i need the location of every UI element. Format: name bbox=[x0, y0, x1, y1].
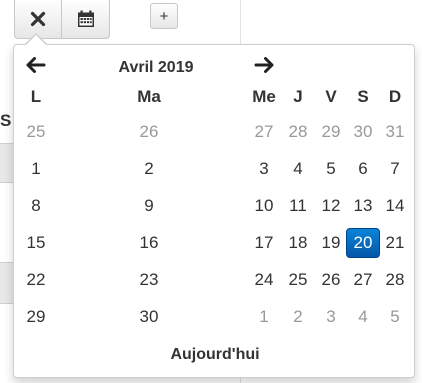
day-cell[interactable]: 24 bbox=[247, 265, 281, 295]
background-label-fragment: S bbox=[0, 111, 12, 130]
weekday-header: J bbox=[293, 87, 303, 106]
day-cell[interactable]: 29 bbox=[19, 302, 53, 332]
day-cell[interactable]: 27 bbox=[346, 265, 380, 295]
day-cell[interactable]: 1 bbox=[19, 154, 53, 184]
day-cell[interactable]: 12 bbox=[314, 191, 348, 221]
weekday-header: V bbox=[325, 87, 337, 106]
background-input-edge bbox=[0, 143, 14, 183]
day-cell[interactable]: 28 bbox=[378, 265, 412, 295]
add-button[interactable]: + bbox=[150, 3, 178, 29]
day-cell[interactable]: 4 bbox=[281, 154, 315, 184]
close-icon bbox=[30, 11, 46, 27]
day-cell[interactable]: 31 bbox=[378, 117, 412, 147]
month-year-title[interactable]: Avril 2019 bbox=[86, 57, 226, 79]
day-cell[interactable]: 30 bbox=[132, 302, 166, 332]
day-cell[interactable]: 1 bbox=[247, 302, 281, 332]
day-cell[interactable]: 4 bbox=[346, 302, 380, 332]
background-input-edge bbox=[0, 262, 14, 304]
day-cell[interactable]: 28 bbox=[281, 117, 315, 147]
day-cell[interactable]: 19 bbox=[314, 228, 348, 258]
weekday-header: L bbox=[30, 87, 42, 106]
weekday-header: Ma bbox=[137, 87, 161, 106]
day-cell[interactable]: 2 bbox=[281, 302, 315, 332]
day-cell[interactable]: 7 bbox=[378, 154, 412, 184]
weekday-header: Me bbox=[252, 87, 276, 106]
day-cell[interactable]: 27 bbox=[247, 117, 281, 147]
day-cell[interactable]: 30 bbox=[346, 117, 380, 147]
day-cell-selected[interactable]: 20 bbox=[346, 228, 380, 258]
today-button[interactable]: Aujourd'hui bbox=[145, 342, 285, 368]
day-cell[interactable]: 15 bbox=[19, 228, 53, 258]
day-cell[interactable]: 5 bbox=[378, 302, 412, 332]
arrow-right-icon bbox=[254, 57, 274, 73]
calendar-button[interactable] bbox=[62, 0, 110, 39]
day-cell[interactable]: 29 bbox=[314, 117, 348, 147]
day-cell[interactable]: 23 bbox=[132, 265, 166, 295]
day-cell[interactable]: 22 bbox=[19, 265, 53, 295]
day-cell[interactable]: 21 bbox=[378, 228, 412, 258]
day-cell[interactable]: 3 bbox=[247, 154, 281, 184]
day-cell[interactable]: 25 bbox=[281, 265, 315, 295]
day-cell[interactable]: 8 bbox=[19, 191, 53, 221]
popover-caret-fill bbox=[26, 35, 46, 45]
day-cell[interactable]: 11 bbox=[281, 191, 315, 221]
day-cell[interactable]: 5 bbox=[314, 154, 348, 184]
calendar-icon bbox=[77, 10, 94, 27]
day-cell[interactable]: 10 bbox=[247, 191, 281, 221]
day-cell[interactable]: 25 bbox=[19, 117, 53, 147]
day-cell[interactable]: 14 bbox=[378, 191, 412, 221]
day-cell[interactable]: 26 bbox=[132, 117, 166, 147]
day-cell[interactable]: 26 bbox=[314, 265, 348, 295]
day-cell[interactable]: 18 bbox=[281, 228, 315, 258]
day-cell[interactable]: 16 bbox=[132, 228, 166, 258]
weekday-header: S bbox=[357, 87, 369, 106]
page: S + Avril 2019 L Ma Me J V S D 25 26 27 … bbox=[0, 0, 422, 383]
weekday-header: D bbox=[388, 87, 402, 106]
prev-month-button[interactable] bbox=[21, 50, 51, 80]
day-cell[interactable]: 6 bbox=[346, 154, 380, 184]
next-month-button[interactable] bbox=[249, 50, 279, 80]
arrow-left-icon bbox=[26, 57, 46, 73]
day-cell[interactable]: 17 bbox=[247, 228, 281, 258]
day-cell[interactable]: 3 bbox=[314, 302, 348, 332]
day-cell[interactable]: 2 bbox=[132, 154, 166, 184]
day-cell[interactable]: 9 bbox=[132, 191, 166, 221]
day-cell[interactable]: 13 bbox=[346, 191, 380, 221]
